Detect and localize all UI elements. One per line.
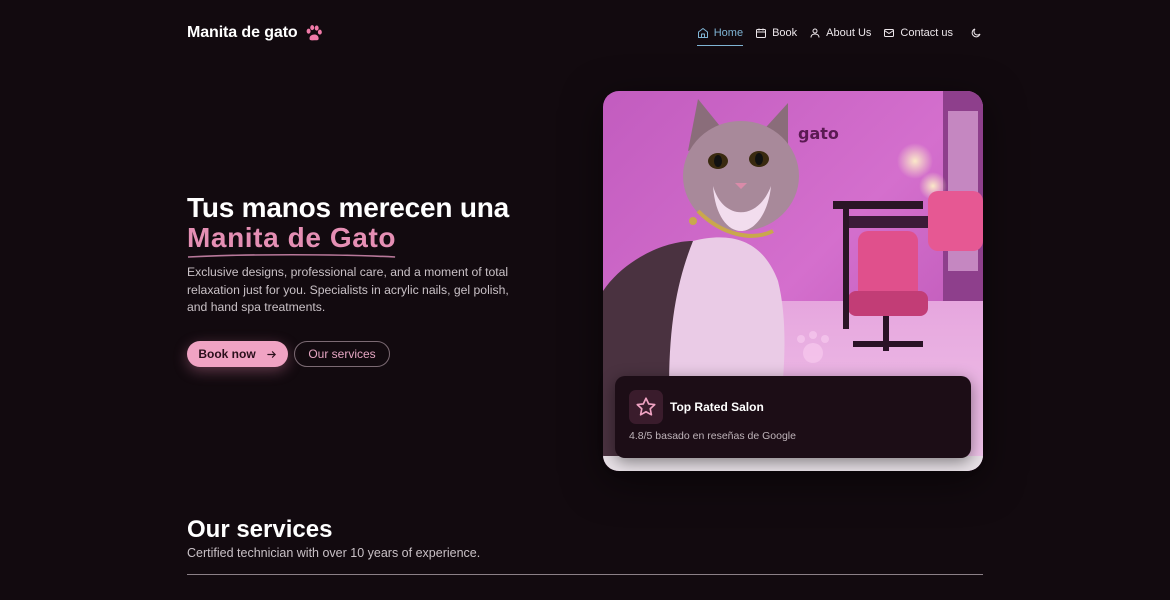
hero-title: Tus manos merecen una Manita de Gato (187, 192, 510, 258)
hero-description: Exclusive designs, professional care, an… (187, 265, 509, 314)
services-subtitle: Certified technician with over 10 years … (187, 546, 481, 560)
our-services-label: Our services (308, 347, 376, 361)
nav-label-book: Book (772, 27, 798, 39)
nav-item-book[interactable]: Book (755, 22, 797, 44)
star-badge (629, 390, 663, 424)
nav-label-home: Home (713, 27, 744, 39)
nav-label-contact: Contact us (900, 27, 953, 39)
book-now-button[interactable]: Book now (187, 341, 288, 367)
calendar-icon (756, 28, 767, 38)
nav-label-about: About Us (826, 27, 872, 39)
navbar: Manita de gato Home Book About Us Contac… (187, 20, 983, 46)
star-icon (636, 397, 656, 416)
main-nav: Home Book About Us Contact us (685, 21, 983, 46)
home-icon (697, 28, 708, 38)
accent-underline (187, 253, 396, 258)
hero-title-accent: Manita de Gato (187, 222, 397, 258)
book-now-label: Book now (198, 347, 256, 361)
brand-logo[interactable]: Manita de gato (187, 24, 323, 42)
nav-item-about[interactable]: About Us (809, 22, 871, 44)
section-divider (187, 574, 983, 575)
moon-icon (971, 28, 981, 38)
theme-toggle[interactable] (969, 26, 983, 40)
nav-item-contact[interactable]: Contact us (883, 22, 953, 44)
paw-icon (306, 25, 322, 41)
arrow-right-icon (266, 350, 276, 358)
rating-title: Top Rated Salon (670, 400, 764, 414)
our-services-button[interactable]: Our services (294, 341, 390, 367)
rating-subtitle: 4.8/5 basado en reseñas de Google (629, 430, 796, 442)
services-title: Our services (187, 516, 333, 543)
mail-icon (884, 29, 895, 37)
nav-item-home[interactable]: Home (696, 24, 744, 46)
user-icon (810, 28, 820, 38)
hero-title-line1: Tus manos merecen una (187, 192, 510, 223)
rating-card: Top Rated Salon 4.8/5 basado en reseñas … (615, 376, 971, 458)
hero-title-accent-text: Manita de Gato (187, 222, 397, 253)
brand-name: Manita de gato (187, 24, 298, 41)
svg-text:gato: gato (798, 124, 839, 143)
